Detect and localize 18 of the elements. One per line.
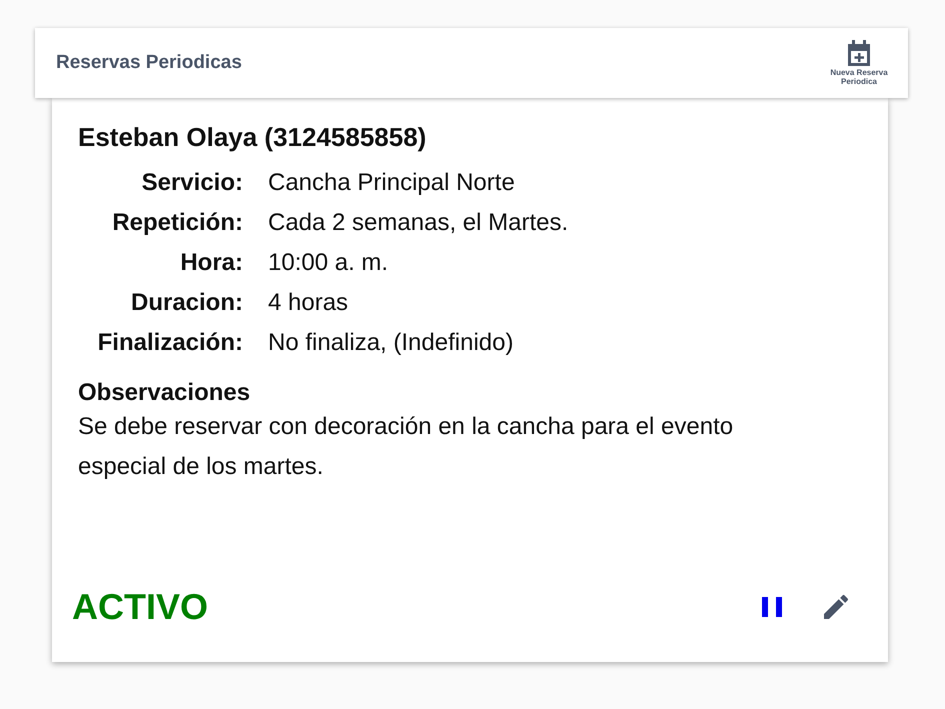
new-reservation-button[interactable]: Nueva Reserva Periodica [824,40,894,86]
notes-text: Se debe reservar con decoración en la cancha para el evento especial de los martes. [78,412,734,482]
calendar-plus-icon [846,40,872,68]
field-value: Cancha Principal Norte [268,168,516,198]
field-value: 4 horas [268,288,350,318]
field-label: Hora: [179,248,243,278]
field-value: No finaliza, (Indefinido) [268,328,514,358]
field-value: Cada 2 semanas, el Martes. [268,208,570,238]
pause-button[interactable] [762,595,784,619]
field-label: Finalización: [96,328,243,358]
client-name: Esteban Olaya (3124585858) [78,122,428,153]
page-title: Reservas Periodicas [56,52,242,74]
status-label: ACTIVO [72,586,208,628]
field-label: Duracion: [130,288,243,318]
field-value: 10:00 a. m. [268,248,390,278]
notes-title: Observaciones [78,379,252,407]
field-label: Servicio: [140,168,243,198]
field-label: Repetición: [111,208,243,238]
